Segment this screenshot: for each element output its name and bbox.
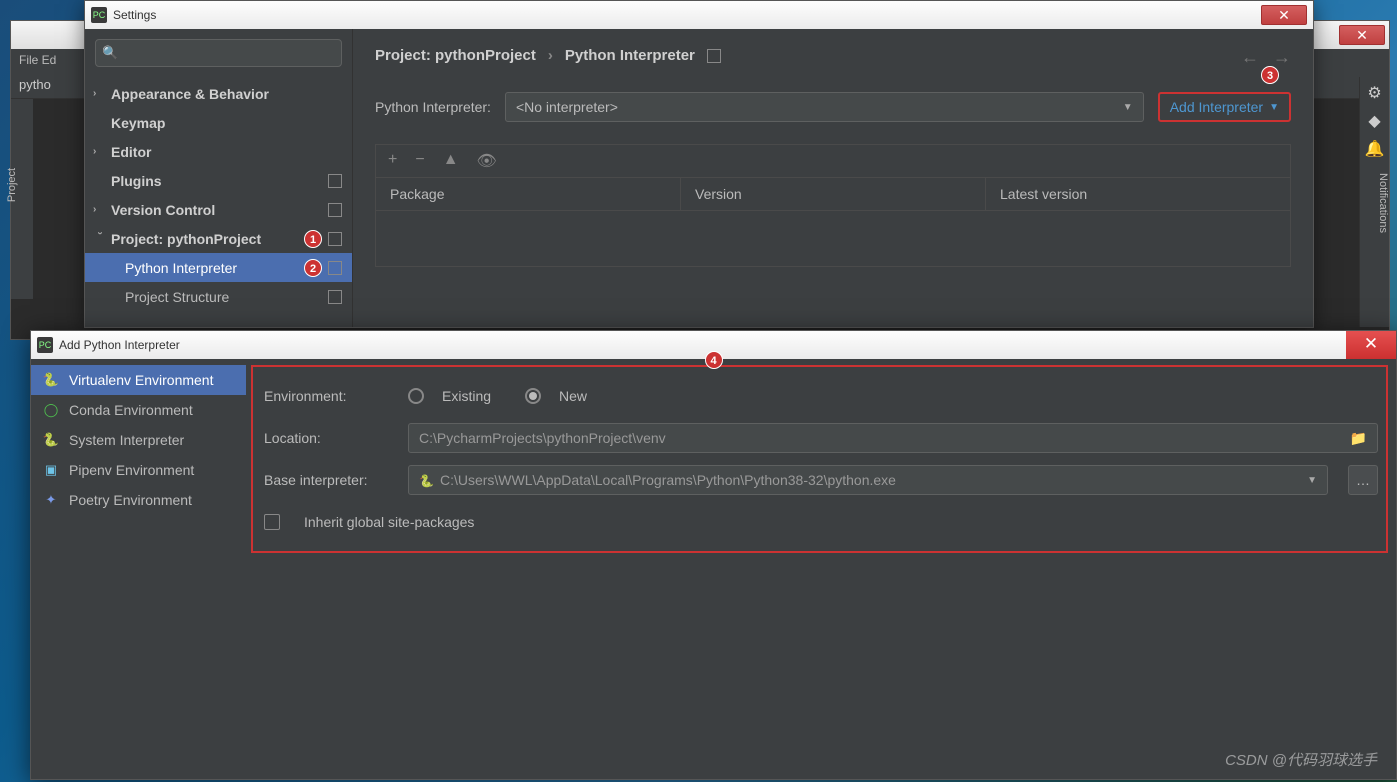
annotation-badge-1: 1 [304, 230, 322, 248]
col-package[interactable]: Package [376, 178, 681, 210]
scope-icon [328, 232, 342, 246]
settings-content-panel: ← → Project: pythonProject › Python Inte… [353, 29, 1313, 327]
radio-new-label[interactable]: New [559, 388, 587, 404]
interpreter-label: Python Interpreter: [375, 99, 491, 115]
ide-right-toolwindow: ⚙ ◆ 🔔 Notifications [1359, 77, 1389, 327]
upgrade-package-icon[interactable]: ▲ [443, 151, 459, 171]
scope-icon [328, 261, 342, 275]
base-interpreter-label: Base interpreter: [264, 472, 394, 488]
tree-project-structure[interactable]: Project Structure [85, 282, 352, 311]
package-table-header: Package Version Latest version [376, 178, 1290, 211]
poetry-icon: ✦ [43, 492, 59, 508]
tree-plugins[interactable]: Plugins [85, 166, 352, 195]
location-label: Location: [264, 430, 394, 446]
radio-existing[interactable] [408, 388, 424, 404]
notifications-label: Notifications [1377, 173, 1389, 233]
add-interpreter-title: Add Python Interpreter [59, 338, 180, 352]
annotation-badge-2: 2 [304, 259, 322, 277]
settings-search-input[interactable]: 🔍 [95, 39, 342, 67]
tool-icon[interactable]: ◆ [1364, 111, 1386, 133]
environment-label: Environment: [264, 388, 394, 404]
chevron-down-icon: ▼ [1123, 102, 1133, 113]
env-virtualenv[interactable]: 🐍Virtualenv Environment [31, 365, 246, 395]
env-conda[interactable]: ◯Conda Environment [31, 395, 246, 425]
python-icon: 🐍 [43, 372, 59, 388]
base-interpreter-dropdown[interactable]: 🐍C:\Users\WWL\AppData\Local\Programs\Pyt… [408, 465, 1328, 495]
breadcrumb-project[interactable]: Project: pythonProject [375, 47, 536, 64]
remove-package-icon[interactable]: − [415, 151, 424, 171]
pycharm-icon: PC [91, 7, 107, 23]
settings-dialog: PC Settings ✕ 🔍 ›Appearance & Behavior K… [84, 0, 1314, 328]
settings-tree-panel: 🔍 ›Appearance & Behavior Keymap ›Editor … [85, 29, 353, 327]
col-latest[interactable]: Latest version [986, 178, 1290, 210]
scope-icon [328, 203, 342, 217]
scope-icon [328, 174, 342, 188]
breadcrumb-interpreter: Python Interpreter [565, 47, 695, 64]
scope-icon [328, 290, 342, 304]
interpreter-value: <No interpreter> [516, 99, 618, 115]
chevron-down-icon: ▼ [1307, 475, 1317, 486]
annotation-badge-3: 3 [1261, 66, 1279, 84]
browse-button[interactable]: … [1348, 465, 1378, 495]
package-toolbar: + − ▲ 👁 [375, 144, 1291, 177]
ide-close-button[interactable]: ✕ [1339, 25, 1385, 45]
settings-title: Settings [113, 8, 156, 22]
inherit-label[interactable]: Inherit global site-packages [304, 514, 474, 530]
python-icon: 🐍 [43, 432, 59, 448]
tree-vcs[interactable]: ›Version Control [85, 195, 352, 224]
radio-existing-label[interactable]: Existing [442, 388, 491, 404]
env-system[interactable]: 🐍System Interpreter [31, 425, 246, 455]
col-version[interactable]: Version [681, 178, 986, 210]
add-package-icon[interactable]: + [388, 151, 397, 171]
settings-titlebar[interactable]: PC Settings ✕ [85, 1, 1313, 29]
tree-project[interactable]: ›Project: pythonProject1 [85, 224, 352, 253]
tree-python-interpreter[interactable]: Python Interpreter2 [85, 253, 352, 282]
annotation-badge-4: 4 [705, 351, 723, 369]
env-poetry[interactable]: ✦Poetry Environment [31, 485, 246, 515]
inherit-checkbox[interactable] [264, 514, 280, 530]
conda-icon: ◯ [43, 402, 59, 418]
watermark: CSDN @代码羽球选手 [1225, 749, 1377, 770]
env-pipenv[interactable]: ▣Pipenv Environment [31, 455, 246, 485]
env-type-list: 🐍Virtualenv Environment ◯Conda Environme… [31, 359, 246, 779]
breadcrumb: Project: pythonProject › Python Interpre… [375, 47, 1291, 64]
bell-icon[interactable]: 🔔 [1364, 139, 1386, 161]
search-icon: 🔍 [102, 45, 118, 61]
gear-icon[interactable]: ⚙ [1364, 83, 1386, 105]
add-interpreter-close-button[interactable]: ✕ [1346, 331, 1396, 359]
breadcrumb-separator: › [548, 47, 553, 64]
tree-keymap[interactable]: Keymap [85, 108, 352, 137]
interpreter-dropdown[interactable]: <No interpreter> ▼ [505, 92, 1144, 122]
folder-icon[interactable]: 📁 [1350, 430, 1367, 447]
add-interpreter-dialog: PC Add Python Interpreter ✕ 4 🐍Virtualen… [30, 330, 1397, 780]
package-table: Package Version Latest version [375, 177, 1291, 267]
settings-close-button[interactable]: ✕ [1261, 5, 1307, 25]
settings-nav-arrows: ← → [1241, 47, 1291, 68]
add-interpreter-button[interactable]: 3 Add Interpreter ▼ [1158, 92, 1291, 122]
python-icon: 🐍 [419, 474, 434, 488]
radio-new[interactable] [525, 388, 541, 404]
back-arrow-icon[interactable]: ← [1241, 47, 1259, 68]
chevron-down-icon: ▼ [1269, 102, 1279, 113]
pycharm-icon: PC [37, 337, 53, 353]
env-form-panel: Environment: Existing New Location: C:\P… [246, 359, 1396, 779]
ide-left-toolwindow[interactable]: Project [11, 99, 33, 299]
tree-editor[interactable]: ›Editor [85, 137, 352, 166]
scope-icon [707, 49, 721, 63]
tree-appearance[interactable]: ›Appearance & Behavior [85, 79, 352, 108]
project-toolwindow-label: Project [6, 168, 18, 202]
forward-arrow-icon[interactable]: → [1273, 47, 1291, 68]
show-early-icon[interactable]: 👁 [477, 151, 497, 171]
pipenv-icon: ▣ [43, 462, 59, 478]
location-input[interactable]: C:\PycharmProjects\pythonProject\venv 📁 [408, 423, 1378, 453]
